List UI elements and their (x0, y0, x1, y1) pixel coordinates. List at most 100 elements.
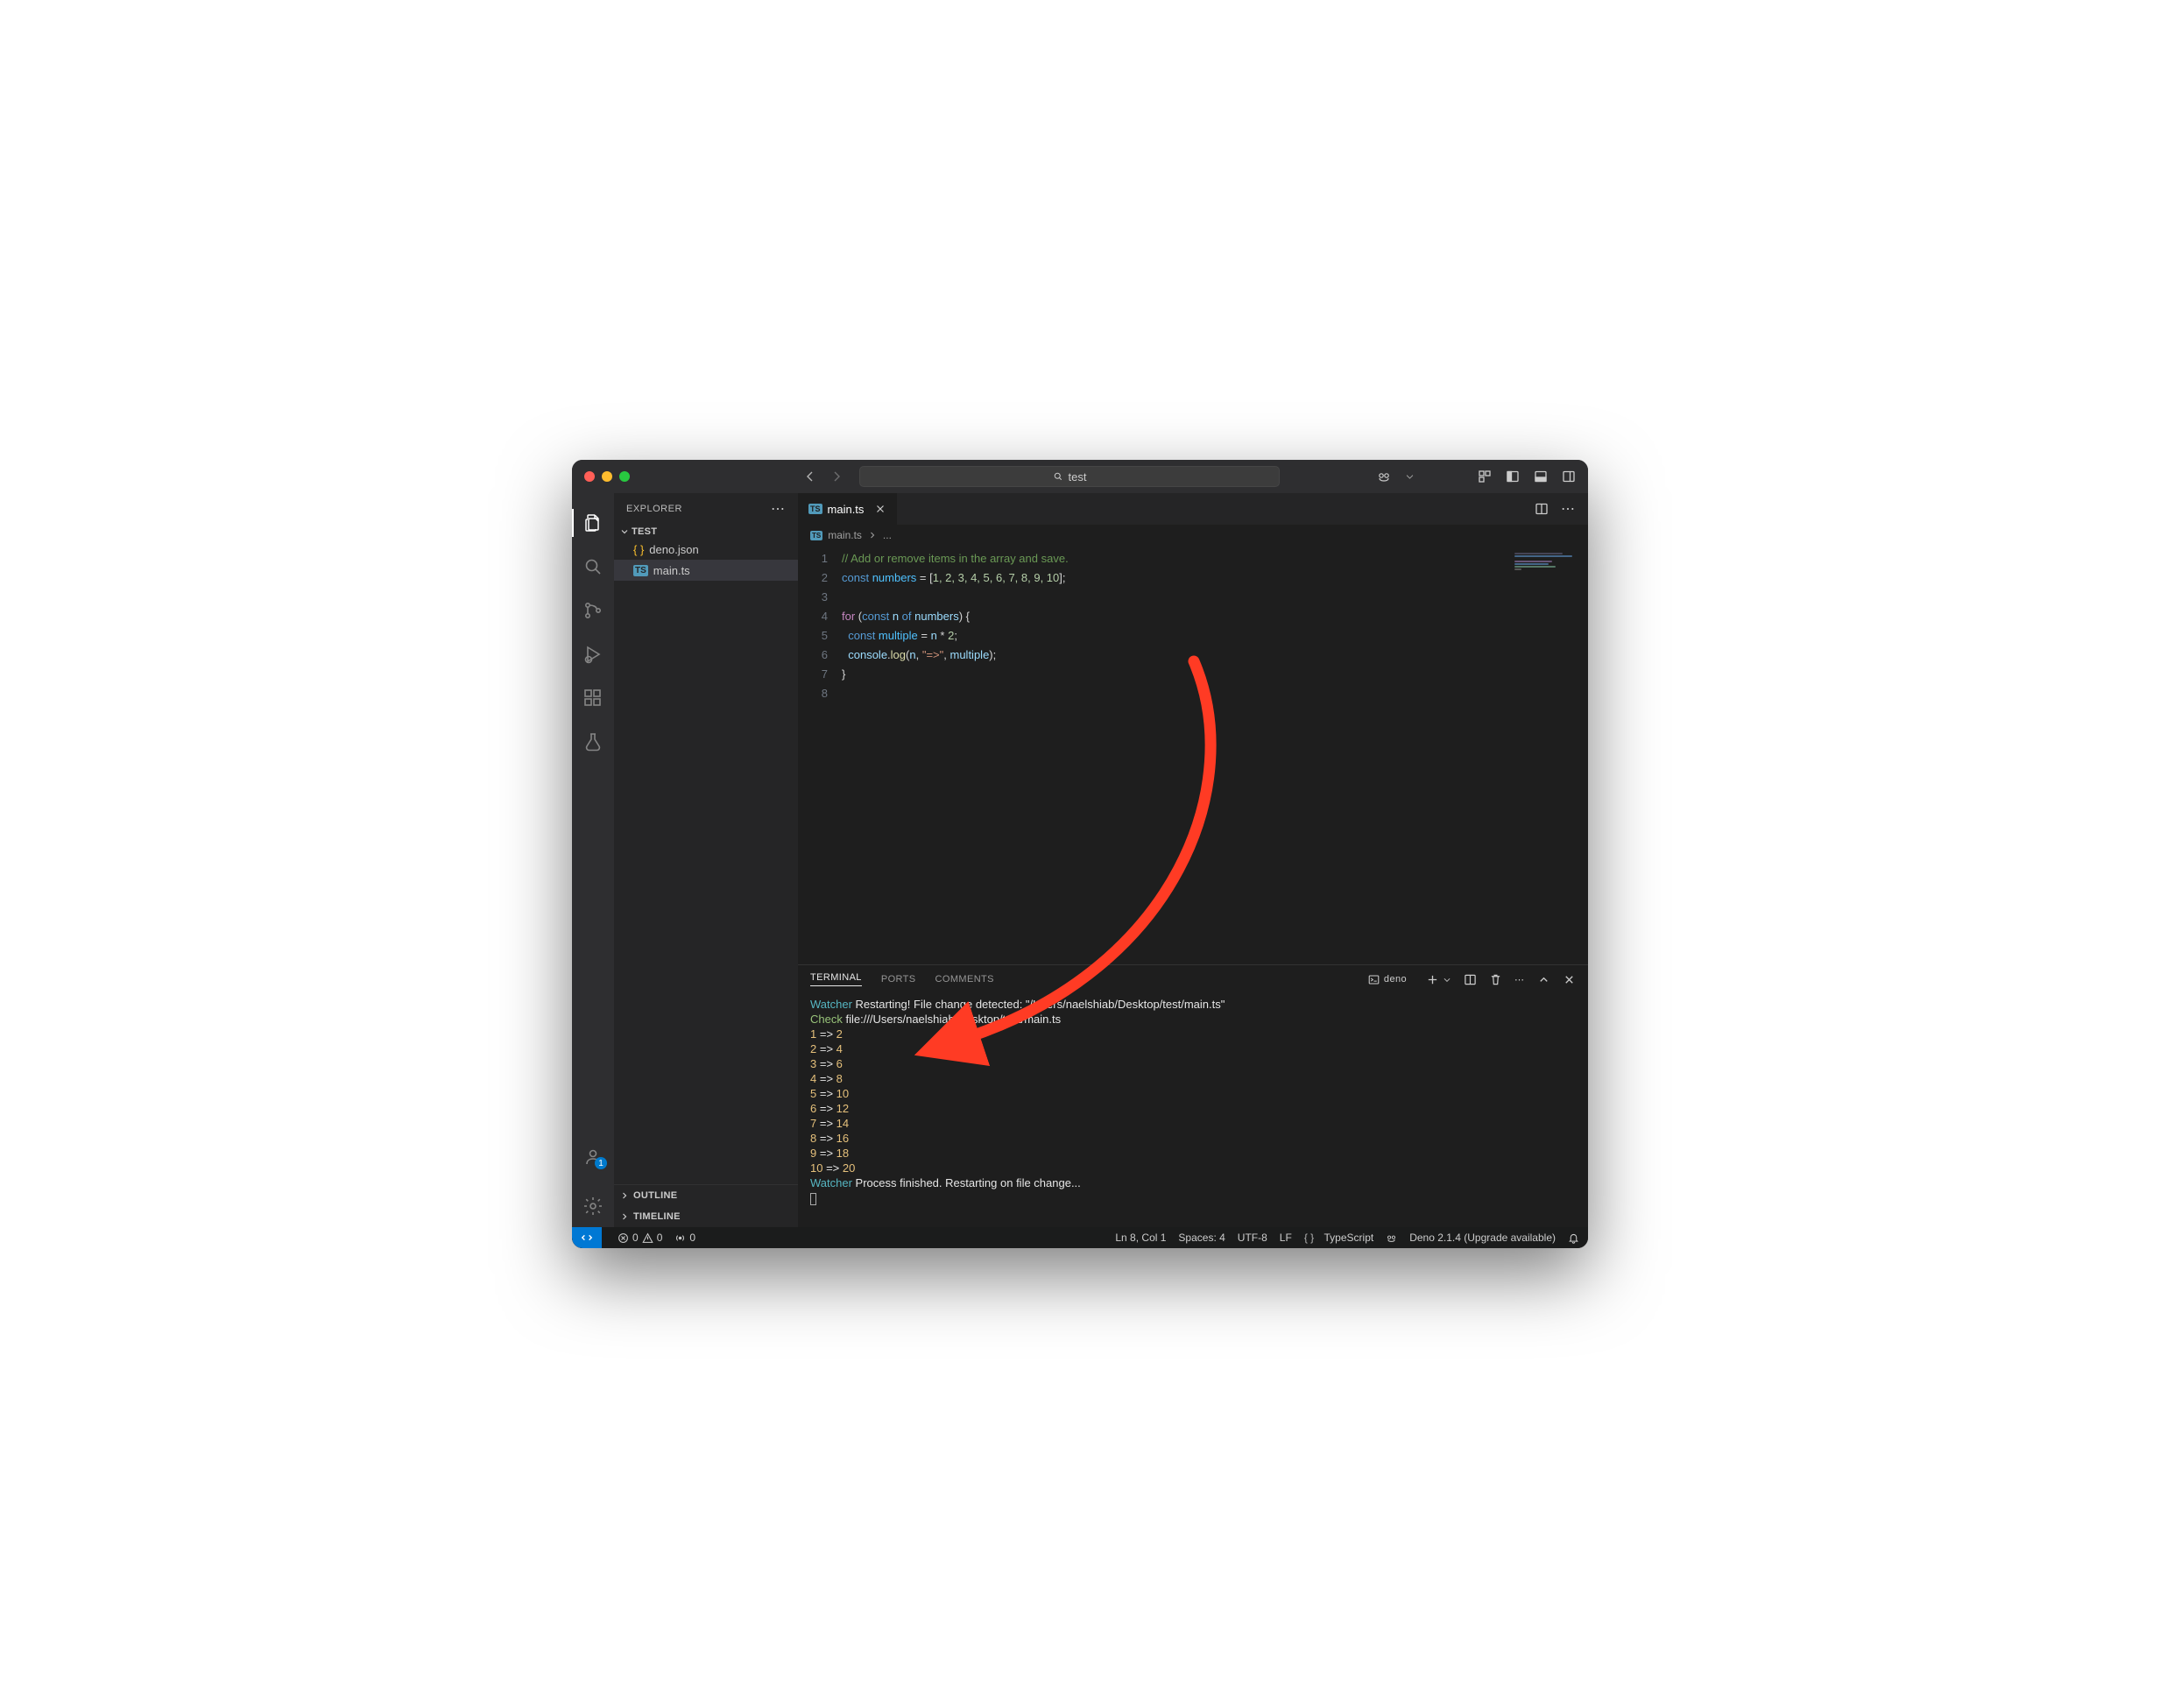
code-token: console (848, 648, 887, 661)
status-problems[interactable]: 0 0 (618, 1232, 662, 1244)
titlebar: test (572, 460, 1588, 493)
close-icon[interactable] (874, 503, 886, 515)
panel-left-icon[interactable] (1506, 469, 1520, 483)
chevron-down-icon[interactable] (1443, 973, 1451, 986)
code-token: numbers (869, 571, 916, 584)
line-number: 5 (798, 626, 828, 646)
close-icon[interactable] (1563, 973, 1576, 986)
code-token: n (931, 629, 937, 642)
code-token: const (842, 571, 869, 584)
close-window-button[interactable] (584, 471, 595, 482)
status-encoding[interactable]: UTF-8 (1238, 1232, 1267, 1244)
more-icon[interactable]: ⋯ (1514, 974, 1525, 985)
chevron-down-icon[interactable] (1405, 469, 1415, 483)
minimap[interactable] (1509, 546, 1588, 964)
line-number: 6 (798, 646, 828, 665)
ts-icon: TS (808, 504, 822, 514)
back-icon[interactable] (803, 469, 817, 483)
code-token: multiple (950, 648, 990, 661)
line-number: 3 (798, 588, 828, 607)
code-token: = [ (916, 571, 932, 584)
layout-customize-icon[interactable] (1478, 469, 1492, 483)
vscode-window: test 1 EXPLORER ⋯ (572, 460, 1588, 1248)
code-token: // Add or remove items in the array and … (842, 552, 1069, 565)
code-token: for (842, 610, 855, 623)
accounts-badge: 1 (595, 1157, 607, 1169)
code-token: log (891, 648, 906, 661)
panel-tab-comments[interactable]: COMMENTS (935, 974, 994, 985)
search-icon (1053, 471, 1063, 482)
code-token: * (937, 629, 948, 642)
term-text: Watcher (810, 1176, 852, 1189)
activity-settings[interactable] (572, 1185, 614, 1227)
split-editor-icon[interactable] (1535, 502, 1549, 516)
file-deno-json[interactable]: { } deno.json (614, 539, 798, 560)
term-text: Process finished. Restarting on file cha… (852, 1176, 1081, 1189)
panel-bottom-icon[interactable] (1534, 469, 1548, 483)
split-terminal-icon[interactable] (1464, 973, 1477, 986)
status-cursor-position[interactable]: Ln 8, Col 1 (1115, 1232, 1166, 1244)
activity-accounts[interactable]: 1 (572, 1136, 614, 1178)
outline-section[interactable]: OUTLINE (614, 1185, 798, 1206)
status-indent[interactable]: Spaces: 4 (1178, 1232, 1225, 1244)
terminal-shell-label[interactable]: deno (1368, 974, 1407, 985)
code-content: // Add or remove items in the array and … (842, 546, 1509, 964)
terminal-cursor (810, 1193, 816, 1205)
activity-search[interactable] (572, 546, 614, 588)
warning-icon (642, 1232, 653, 1244)
chevron-right-icon (867, 530, 878, 540)
activity-run-debug[interactable] (572, 633, 614, 675)
warning-count: 0 (657, 1232, 663, 1244)
json-icon: { } (633, 543, 644, 556)
code-token: of (902, 610, 912, 623)
file-label: main.ts (653, 564, 690, 577)
activity-testing[interactable] (572, 721, 614, 763)
more-icon[interactable]: ⋯ (1561, 500, 1576, 518)
trash-icon[interactable] (1489, 973, 1502, 986)
status-bar: 0 0 0 Ln 8, Col 1 Spaces: 4 UTF-8 LF { }… (572, 1227, 1588, 1248)
command-center[interactable]: test (859, 466, 1280, 487)
forward-icon[interactable] (829, 469, 844, 483)
status-eol[interactable]: LF (1280, 1232, 1292, 1244)
chevron-up-icon[interactable] (1537, 973, 1550, 986)
code-token: = (918, 629, 931, 642)
term-text: Restarting! File change detected: "/User… (852, 998, 1225, 1011)
copilot-icon (1386, 1232, 1397, 1244)
editor[interactable]: 1 2 3 4 5 6 7 8 // Add or remove items i… (798, 546, 1588, 964)
folder-root[interactable]: TEST (614, 525, 798, 539)
chevron-right-icon (619, 1190, 630, 1201)
status-deno[interactable]: Deno 2.1.4 (Upgrade available) (1409, 1232, 1556, 1244)
minimize-window-button[interactable] (602, 471, 612, 482)
panel-tab-terminal[interactable]: TERMINAL (810, 972, 862, 986)
status-ports[interactable]: 0 (674, 1232, 695, 1244)
error-count: 0 (632, 1232, 639, 1244)
activity-source-control[interactable] (572, 589, 614, 632)
search-text: test (1069, 470, 1087, 483)
ts-icon: TS (810, 531, 822, 540)
code-token: } (842, 667, 845, 681)
status-notifications[interactable] (1568, 1232, 1579, 1244)
status-copilot[interactable] (1386, 1232, 1397, 1244)
activity-extensions[interactable] (572, 677, 614, 719)
folder-name: TEST (632, 526, 657, 537)
term-text: Check (810, 1013, 843, 1026)
terminal-content[interactable]: Watcher Restarting! File change detected… (798, 993, 1588, 1227)
line-number: 2 (798, 568, 828, 588)
sidebar-more-icon[interactable]: ⋯ (771, 500, 786, 518)
plus-icon[interactable] (1426, 973, 1439, 986)
panel-tab-ports[interactable]: PORTS (881, 974, 916, 985)
code-token: ]; (1059, 571, 1065, 584)
copilot-icon[interactable] (1377, 469, 1391, 483)
file-main-ts[interactable]: TS main.ts (614, 560, 798, 581)
panel-right-icon[interactable] (1562, 469, 1576, 483)
activity-explorer[interactable] (572, 502, 614, 544)
code-token: const (848, 629, 875, 642)
timeline-section[interactable]: TIMELINE (614, 1206, 798, 1227)
status-language[interactable]: { } TypeScript (1304, 1232, 1373, 1244)
tab-main-ts[interactable]: TS main.ts (798, 493, 898, 525)
breadcrumb[interactable]: TS main.ts ... (798, 525, 1588, 546)
code-token: , (916, 648, 922, 661)
maximize-window-button[interactable] (619, 471, 630, 482)
port-count: 0 (689, 1232, 695, 1244)
remote-indicator[interactable] (572, 1227, 602, 1248)
